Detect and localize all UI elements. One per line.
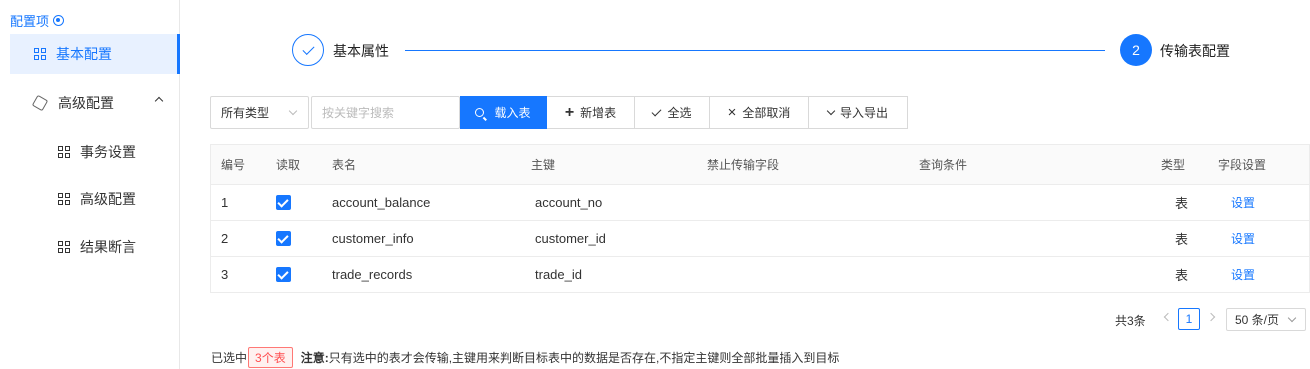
row-table-name[interactable]: trade_records	[332, 257, 412, 292]
step-2-current[interactable]: 2	[1120, 34, 1152, 66]
row-no: 3	[221, 267, 229, 282]
selection-note: 已选中 3个表 注意: 只有选中的表才会传输,主键用来判断目标表中的数据是否存在…	[211, 347, 839, 368]
table-row: 1 account_balance account_no 表 设置	[211, 184, 1309, 220]
search-placeholder: 按关键字搜索	[322, 106, 395, 120]
sidebar-item-advanced-config[interactable]: 高级配置	[10, 83, 180, 123]
header-banned-fields: 禁止传输字段	[707, 158, 780, 172]
row-no: 1	[221, 195, 229, 210]
header-primary-key: 主键	[531, 158, 556, 172]
close-icon: ×	[727, 104, 737, 121]
step-connector	[405, 50, 1105, 51]
header-type: 类型	[1161, 158, 1186, 172]
header-field-settings: 字段设置	[1218, 158, 1267, 172]
check-icon	[301, 42, 315, 55]
row-no: 2	[221, 231, 229, 246]
table-header: 编号 读取 表名 主键 禁止传输字段 查询条件 类型 字段设置	[211, 145, 1309, 184]
page-size-select[interactable]: 50 条/页	[1226, 308, 1306, 331]
transfer-table: 编号 读取 表名 主键 禁止传输字段 查询条件 类型 字段设置 1 accoun…	[210, 144, 1310, 293]
sidebar-title: 配置项	[10, 11, 65, 30]
chevron-right-icon[interactable]	[1206, 312, 1216, 322]
load-table-button[interactable]: 载入表	[460, 96, 547, 129]
chevron-down-icon	[826, 106, 836, 115]
search-icon	[475, 108, 485, 117]
step-1-label: 基本属性	[333, 43, 389, 59]
add-table-button[interactable]: + 新增表	[547, 96, 635, 129]
step-2-label: 传输表配置	[1160, 43, 1230, 59]
header-read: 读取	[276, 158, 301, 172]
chevron-up-icon	[154, 96, 164, 106]
grid-icon	[34, 48, 46, 60]
sidebar-item-label: 事务设置	[80, 144, 136, 160]
search-input[interactable]: 按关键字搜索	[311, 96, 460, 129]
target-icon[interactable]	[53, 15, 65, 26]
sidebar-item-label: 结果断言	[80, 239, 136, 255]
chevron-left-icon[interactable]	[1163, 312, 1173, 322]
grid-icon	[58, 193, 70, 205]
sidebar: 配置项 基本配置 高级配置 事务设置 高级配置 结果断言	[0, 0, 180, 369]
row-primary-key[interactable]: customer_id	[535, 221, 606, 256]
row-type: 表	[1175, 232, 1189, 247]
pagination-total: 共3条	[1115, 314, 1146, 328]
sidebar-item-basic-config[interactable]: 基本配置	[10, 34, 180, 74]
table-row: 2 customer_info customer_id 表 设置	[211, 220, 1309, 256]
sidebar-item-label: 基本配置	[56, 46, 112, 62]
header-no: 编号	[221, 158, 246, 172]
row-table-name[interactable]: customer_info	[332, 221, 414, 256]
checkbox-checked-icon[interactable]	[276, 231, 291, 246]
row-read-checkbox[interactable]	[276, 221, 291, 256]
deselect-all-button[interactable]: × 全部取消	[710, 96, 809, 129]
sidebar-item-transaction-settings[interactable]: 事务设置	[10, 132, 180, 172]
sidebar-item-advanced-sub[interactable]: 高级配置	[10, 179, 180, 219]
row-settings-link[interactable]: 设置	[1231, 257, 1255, 292]
cube-icon	[31, 94, 49, 112]
row-primary-key[interactable]: trade_id	[535, 257, 582, 292]
step-1-done[interactable]	[292, 34, 324, 66]
row-type: 表	[1175, 196, 1189, 211]
select-all-button[interactable]: 全选	[635, 96, 710, 129]
sidebar-item-result-assert[interactable]: 结果断言	[10, 227, 180, 267]
row-type: 表	[1175, 268, 1189, 283]
checkbox-checked-icon[interactable]	[276, 195, 291, 210]
type-select[interactable]: 所有类型	[210, 96, 309, 129]
grid-icon	[58, 146, 70, 158]
sidebar-item-label: 高级配置	[80, 191, 136, 207]
note-label: 注意:	[300, 351, 329, 365]
table-row: 3 trade_records trade_id 表 设置	[211, 256, 1309, 292]
checkbox-checked-icon[interactable]	[276, 267, 291, 282]
check-icon	[652, 106, 662, 116]
row-settings-link[interactable]: 设置	[1231, 185, 1255, 220]
grid-icon	[58, 241, 70, 253]
page-number-current[interactable]: 1	[1178, 308, 1200, 330]
chevron-down-icon	[288, 106, 298, 116]
row-settings-link[interactable]: 设置	[1231, 221, 1255, 256]
selected-count-badge: 3个表	[248, 347, 293, 368]
header-query: 查询条件	[919, 158, 968, 172]
header-name: 表名	[332, 158, 357, 172]
sidebar-item-label: 高级配置	[58, 95, 114, 111]
plus-icon: +	[564, 103, 575, 121]
row-read-checkbox[interactable]	[276, 185, 291, 220]
row-primary-key[interactable]: account_no	[535, 185, 602, 220]
row-read-checkbox[interactable]	[276, 257, 291, 292]
chevron-down-icon	[1287, 313, 1297, 323]
note-text: 只有选中的表才会传输,主键用来判断目标表中的数据是否存在,不指定主键则全部批量插…	[328, 351, 840, 365]
import-export-button[interactable]: 导入导出	[809, 96, 908, 129]
row-table-name[interactable]: account_balance	[332, 185, 430, 220]
selected-prefix: 已选中	[211, 351, 248, 365]
